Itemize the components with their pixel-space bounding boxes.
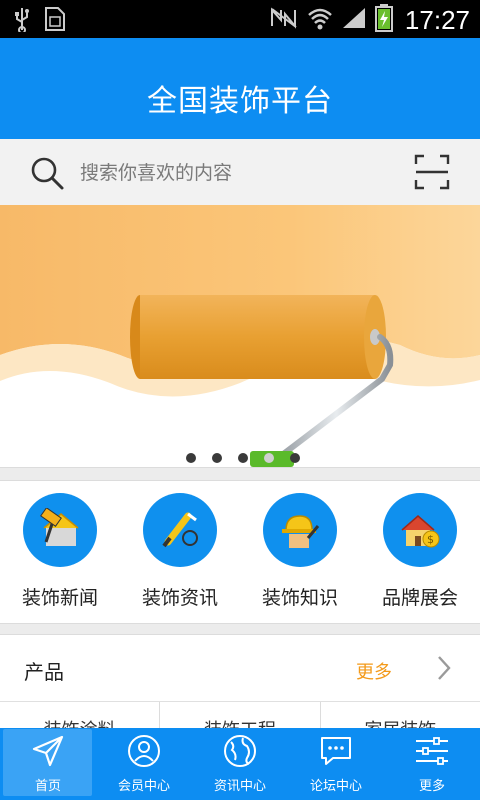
more-link[interactable]: 更多 bbox=[356, 658, 392, 684]
carousel-dot[interactable] bbox=[186, 453, 196, 463]
sliders-icon bbox=[384, 734, 480, 768]
promo-banner[interactable] bbox=[0, 205, 480, 467]
bottom-nav: 首页 会员中心 资讯中心 论坛中心 更多 bbox=[0, 728, 480, 800]
category-expo[interactable]: $ 品牌展会 bbox=[360, 481, 480, 623]
divider bbox=[0, 467, 480, 481]
carousel-dot[interactable] bbox=[290, 453, 300, 463]
nav-member[interactable]: 会员中心 bbox=[96, 728, 192, 800]
paint-roller-icon bbox=[23, 493, 97, 567]
chevron-right-icon[interactable] bbox=[436, 655, 452, 685]
product-list: 装饰涂料 装饰工程 家居装饰 bbox=[0, 702, 480, 728]
category-label: 装饰知识 bbox=[261, 587, 338, 609]
category-info[interactable]: 装饰资讯 bbox=[120, 481, 240, 623]
category-label: 装饰资讯 bbox=[141, 587, 218, 609]
svg-text:$: $ bbox=[427, 533, 434, 546]
scan-icon[interactable] bbox=[414, 154, 450, 194]
nav-home[interactable]: 首页 bbox=[0, 728, 96, 800]
wifi-icon bbox=[307, 6, 333, 34]
category-label: 装饰新闻 bbox=[21, 587, 98, 609]
category-label: 品牌展会 bbox=[381, 587, 458, 609]
product-section-header: 产品 更多 bbox=[0, 635, 480, 702]
category-grid: 装饰新闻 装饰资讯 装饰知识 $ 品牌展会 bbox=[0, 481, 480, 623]
product-label: 装饰工程 bbox=[160, 716, 319, 728]
search-icon[interactable] bbox=[28, 154, 66, 196]
nav-forum[interactable]: 论坛中心 bbox=[288, 728, 384, 800]
category-news[interactable]: 装饰新闻 bbox=[0, 481, 120, 623]
search-input[interactable]: 搜索你喜欢的内容 bbox=[80, 158, 232, 185]
product-item[interactable]: 家居装饰 bbox=[321, 702, 480, 728]
paint-roller-banner bbox=[0, 205, 480, 467]
home-send-icon bbox=[0, 734, 96, 768]
nfc-icon bbox=[269, 6, 299, 34]
nav-label: 更多 bbox=[418, 779, 445, 794]
paintbrush-icon bbox=[143, 493, 217, 567]
carousel-dot[interactable] bbox=[212, 453, 222, 463]
status-bar: 17:27 bbox=[0, 0, 480, 38]
nav-label: 首页 bbox=[34, 779, 61, 794]
house-money-icon: $ bbox=[383, 493, 457, 567]
app-header: 全国装饰平台 bbox=[0, 38, 480, 139]
globe-icon bbox=[192, 734, 288, 768]
product-label: 家居装饰 bbox=[321, 716, 480, 728]
section-title: 产品 bbox=[24, 660, 64, 684]
nav-news[interactable]: 资讯中心 bbox=[192, 728, 288, 800]
carousel-dot[interactable] bbox=[238, 453, 248, 463]
chat-icon bbox=[288, 734, 384, 768]
status-time: 17:27 bbox=[404, 4, 470, 35]
divider bbox=[0, 623, 480, 635]
nav-label: 资讯中心 bbox=[213, 779, 266, 794]
carousel-indicator[interactable] bbox=[0, 453, 480, 463]
nav-label: 会员中心 bbox=[117, 779, 170, 794]
product-label: 装饰涂料 bbox=[0, 716, 159, 728]
user-icon bbox=[96, 734, 192, 768]
search-bar[interactable]: 搜索你喜欢的内容 bbox=[0, 139, 480, 205]
carousel-dot-active[interactable] bbox=[264, 453, 274, 463]
nav-label: 论坛中心 bbox=[309, 779, 362, 794]
battery-charging-icon bbox=[374, 4, 393, 36]
product-item[interactable]: 装饰工程 bbox=[160, 702, 321, 728]
page-title: 全国装饰平台 bbox=[147, 83, 333, 119]
worker-icon bbox=[263, 493, 337, 567]
usb-icon bbox=[14, 6, 30, 36]
nav-more[interactable]: 更多 bbox=[384, 728, 480, 800]
sim-card-icon bbox=[44, 6, 66, 36]
product-item[interactable]: 装饰涂料 bbox=[0, 702, 161, 728]
category-knowledge[interactable]: 装饰知识 bbox=[240, 481, 360, 623]
signal-icon bbox=[341, 6, 367, 34]
